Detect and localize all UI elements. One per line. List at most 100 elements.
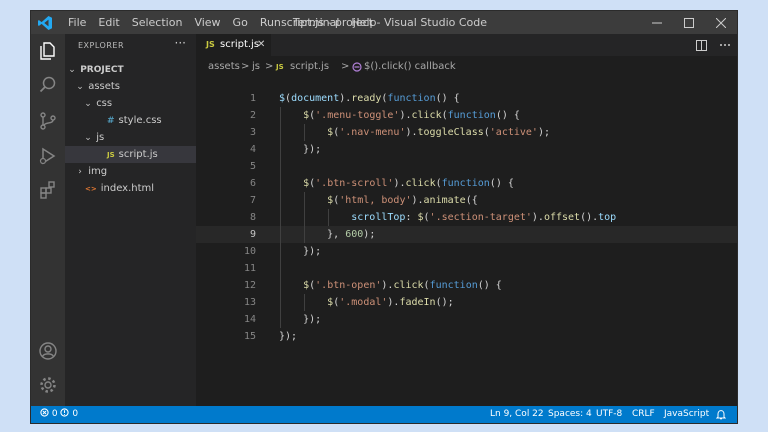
code-token: ).	[405, 127, 418, 138]
breadcrumb-script-js[interactable]: script.js	[290, 56, 329, 78]
indent-guide	[304, 192, 306, 243]
tree-item-js[interactable]: ⌄ js	[65, 129, 214, 146]
indentation-setting[interactable]: Spaces: 4	[548, 406, 592, 423]
tab-script-js[interactable]: JS script.js ✕	[196, 34, 271, 56]
maximize-button[interactable]	[673, 11, 705, 34]
code-line[interactable]: 15});	[196, 328, 737, 345]
more-actions-icon[interactable]: ···	[175, 36, 186, 50]
code-line[interactable]: 13 $('.modal').fadeIn();	[196, 294, 737, 311]
tree-item-assets[interactable]: ⌄ assets	[65, 78, 206, 95]
code-editor[interactable]: 1 $(document).ready(function() {2 $('.men…	[196, 78, 737, 406]
code-token: function	[447, 110, 496, 121]
error-icon	[40, 408, 49, 417]
menu-run[interactable]: Run	[254, 11, 287, 34]
code-line[interactable]: 8 scrollTop: $('.section-target').offset…	[196, 209, 737, 226]
code-line[interactable]: 14 });	[196, 311, 737, 328]
line-number: 5	[249, 161, 256, 172]
tree-item-label: index.html	[100, 183, 155, 194]
code-token: ).	[399, 110, 412, 121]
code-line[interactable]: 4 });	[196, 141, 737, 158]
menu-help[interactable]: Help	[345, 11, 382, 34]
ellipsis-icon	[720, 44, 730, 46]
file-encoding[interactable]: UTF-8	[596, 406, 622, 423]
indent-guide	[304, 294, 306, 311]
code-text: $('.nav-menu').toggleClass('active');	[279, 124, 550, 141]
source-control-icon[interactable]	[38, 111, 58, 131]
breadcrumb-js[interactable]: js	[252, 56, 260, 78]
minimize-button[interactable]	[641, 11, 673, 34]
code-text: });	[279, 141, 321, 158]
code-line[interactable]: 12 $('.btn-open').click(function() {	[196, 277, 737, 294]
code-line[interactable]: 5	[196, 158, 737, 175]
code-token: 'html, body'	[339, 195, 412, 206]
extensions-icon[interactable]	[38, 180, 58, 200]
more-editor-actions-button[interactable]	[713, 34, 737, 56]
code-text: $('.btn-scroll').click(function() {	[279, 175, 514, 192]
css-file-icon: #	[107, 116, 115, 126]
code-token: offset	[543, 212, 581, 223]
code-token: document	[291, 93, 340, 104]
activity-bar	[31, 34, 65, 406]
breadcrumb-symbol[interactable]: $().click() callback	[364, 56, 456, 78]
close-window-button[interactable]	[705, 11, 737, 34]
code-token: function	[429, 280, 478, 291]
tree-item-label: style.css	[118, 115, 162, 126]
code-text: scrollTop: $('.section-target').offset()…	[279, 209, 616, 226]
tree-item-img[interactable]: › img	[65, 163, 206, 180]
code-line[interactable]: 10 });	[196, 243, 737, 260]
line-number: 14	[243, 314, 256, 325]
notifications-button[interactable]	[715, 409, 727, 423]
close-tab-icon[interactable]: ✕	[257, 34, 265, 56]
account-icon[interactable]	[38, 341, 58, 361]
line-number: 9	[249, 229, 256, 240]
code-token: '.btn-open'	[315, 280, 382, 291]
breadcrumb-assets[interactable]: assets	[208, 56, 240, 78]
code-line[interactable]: 7 $('html, body').animate({	[196, 192, 737, 209]
menu-terminal[interactable]: Terminal	[287, 11, 346, 34]
menu-edit[interactable]: Edit	[92, 11, 125, 34]
code-token: () {	[477, 280, 502, 291]
code-token: ready	[351, 93, 382, 104]
menu-selection[interactable]: Selection	[126, 11, 189, 34]
tree-item-project[interactable]: ⌄ PROJECT	[65, 61, 198, 78]
tree-item-label: PROJECT	[80, 65, 124, 75]
indent-guide	[304, 124, 306, 141]
chevron-down-icon: ⌄	[76, 82, 84, 92]
code-line[interactable]: 11	[196, 260, 737, 277]
cursor-position[interactable]: Ln 9, Col 22	[490, 406, 544, 423]
run-debug-icon[interactable]	[38, 146, 58, 166]
files-icon[interactable]	[38, 41, 58, 61]
code-line[interactable]: 2 $('.menu-toggle').click(function() {	[196, 107, 737, 124]
js-file-icon: JS	[206, 40, 215, 49]
vscode-logo-icon	[38, 16, 52, 30]
problems-indicator[interactable]: 0 0	[40, 406, 78, 423]
language-mode[interactable]: JavaScript	[664, 406, 709, 423]
code-line[interactable]: 1 $(document).ready(function() {	[196, 90, 737, 107]
menu-file[interactable]: File	[62, 11, 92, 34]
menu-go[interactable]: Go	[227, 11, 254, 34]
tree-item-script-js[interactable]: JS script.js	[65, 146, 196, 163]
search-icon[interactable]	[38, 75, 58, 95]
code-text: $(document).ready(function() {	[279, 90, 460, 107]
code-token: });	[279, 144, 322, 155]
status-bar: 0 0 Ln 9, Col 22 Spaces: 4 UTF-8 CRLF Ja…	[31, 406, 737, 423]
tree-item-label: img	[88, 166, 108, 177]
settings-gear-icon[interactable]	[38, 375, 58, 395]
code-line[interactable]: 3 $('.nav-menu').toggleClass('active');	[196, 124, 737, 141]
line-number: 7	[249, 195, 256, 206]
code-line[interactable]: 6 $('.btn-scroll').click(function() {	[196, 175, 737, 192]
menu-view[interactable]: View	[188, 11, 226, 34]
code-line[interactable]: 9 }, 600);	[196, 226, 737, 243]
code-token: click	[405, 178, 436, 189]
split-editor-button[interactable]	[689, 34, 713, 56]
tab-label: script.js	[220, 39, 260, 50]
tree-item-index-html[interactable]: <> index.html	[65, 180, 216, 197]
tree-item-css[interactable]: ⌄ css	[65, 95, 214, 112]
end-of-line[interactable]: CRLF	[632, 406, 655, 423]
code-token: );	[363, 229, 376, 240]
breadcrumb-separator: >	[241, 61, 250, 72]
tree-item-label: css	[96, 98, 113, 109]
code-token: });	[279, 246, 322, 257]
